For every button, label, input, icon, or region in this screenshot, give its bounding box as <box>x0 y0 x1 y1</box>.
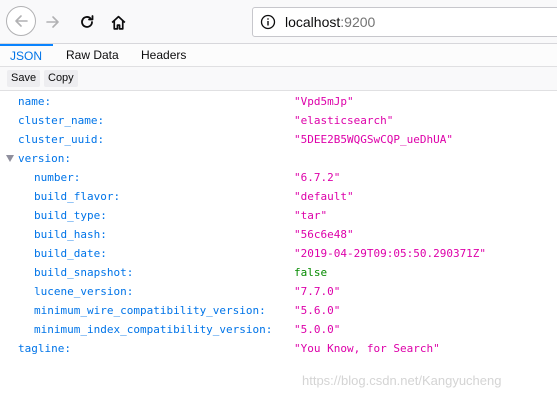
json-value: "Vpd5mJp" <box>294 95 354 108</box>
json-row-build-date[interactable]: build_date: "2019-04-29T09:05:50.290371Z… <box>0 244 557 263</box>
url-host: localhost <box>285 14 341 30</box>
json-row-build-hash[interactable]: build_hash: "56c6e48" <box>0 225 557 244</box>
json-tree: name: "Vpd5mJp" cluster_name: "elasticse… <box>0 92 557 358</box>
json-key: build_type: <box>34 209 107 222</box>
json-value: "5.6.0" <box>294 304 341 317</box>
json-row-minimum-index-compatibility-version[interactable]: minimum_index_compatibility_version: "5.… <box>0 320 557 339</box>
json-key: lucene_version: <box>34 285 134 298</box>
json-value: "elasticsearch" <box>294 114 394 127</box>
url-port: :9200 <box>340 14 376 30</box>
json-value: "56c6e48" <box>294 228 354 241</box>
json-key: number: <box>34 171 81 184</box>
json-value: "7.7.0" <box>294 285 341 298</box>
json-value: "You Know, for Search" <box>294 342 440 355</box>
save-button[interactable]: Save <box>7 70 41 87</box>
json-value: "5.0.0" <box>294 323 341 336</box>
home-button[interactable] <box>105 9 131 35</box>
reload-button[interactable] <box>74 9 100 35</box>
json-toolbar: Save Copy <box>0 67 557 91</box>
json-key: name: <box>18 95 52 108</box>
json-key: cluster_name: <box>18 114 105 127</box>
url-text[interactable]: localhost:9200 <box>285 14 375 30</box>
home-icon <box>111 15 125 30</box>
json-row-build-type[interactable]: build_type: "tar" <box>0 206 557 225</box>
back-button[interactable] <box>6 6 36 36</box>
arrow-left-icon <box>15 15 28 27</box>
json-row-minimum-wire-compatibility-version[interactable]: minimum_wire_compatibility_version: "5.6… <box>0 301 557 320</box>
json-key: build_flavor: <box>34 190 121 203</box>
json-row-cluster-name[interactable]: cluster_name: "elasticsearch" <box>0 111 557 130</box>
tab-json[interactable]: JSON <box>0 44 53 66</box>
json-value: "6.7.2" <box>294 171 341 184</box>
forward-button[interactable] <box>40 9 66 35</box>
url-bar[interactable]: localhost:9200 <box>252 7 557 37</box>
json-row-tagline[interactable]: tagline: "You Know, for Search" <box>0 339 557 358</box>
json-value: false <box>294 266 328 279</box>
json-value: "default" <box>294 190 354 203</box>
json-key: minimum_wire_compatibility_version: <box>34 304 266 317</box>
json-row-name[interactable]: name: "Vpd5mJp" <box>0 92 557 111</box>
json-row-cluster-uuid[interactable]: cluster_uuid: "5DEE2B5WQGSwCQP_ueDhUA" <box>0 130 557 149</box>
json-key: minimum_index_compatibility_version: <box>34 323 273 336</box>
json-row-build-snapshot[interactable]: build_snapshot: false <box>0 263 557 282</box>
browser-toolbar: localhost:9200 <box>0 0 557 44</box>
expand-toggle-icon[interactable] <box>6 155 14 162</box>
json-value: "5DEE2B5WQGSwCQP_ueDhUA" <box>294 133 453 146</box>
json-key: build_hash: <box>34 228 107 241</box>
watermark-text: https://blog.csdn.net/Kangyucheng <box>302 373 502 388</box>
json-key: build_snapshot: <box>34 266 134 279</box>
json-row-lucene-version[interactable]: lucene_version: "7.7.0" <box>0 282 557 301</box>
reload-icon <box>81 15 94 28</box>
tab-headers[interactable]: Headers <box>131 44 196 66</box>
json-value: "tar" <box>294 209 328 222</box>
arrow-right-icon <box>46 16 59 28</box>
json-key: version: <box>18 152 71 165</box>
info-icon[interactable] <box>260 14 276 30</box>
viewer-tabs: JSON Raw Data Headers <box>0 44 557 67</box>
tab-raw-data[interactable]: Raw Data <box>56 44 129 66</box>
json-key: build_date: <box>34 247 107 260</box>
json-key: cluster_uuid: <box>18 133 105 146</box>
json-row-build-flavor[interactable]: build_flavor: "default" <box>0 187 557 206</box>
json-value: "2019-04-29T09:05:50.290371Z" <box>294 247 487 260</box>
json-key: tagline: <box>18 342 71 355</box>
json-row-number[interactable]: number: "6.7.2" <box>0 168 557 187</box>
copy-button[interactable]: Copy <box>44 70 78 87</box>
json-row-version[interactable]: version: <box>0 149 557 168</box>
